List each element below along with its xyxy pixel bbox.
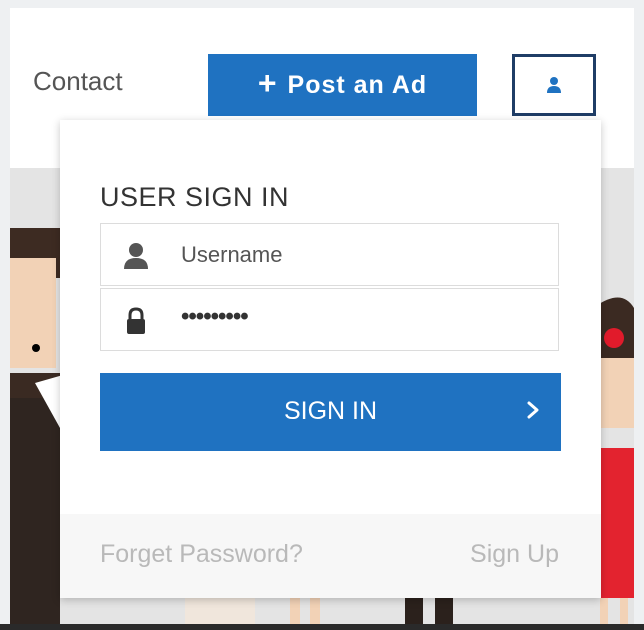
chevron-right-icon: [527, 401, 539, 419]
bride-character: [596, 297, 634, 624]
post-ad-label: Post an Ad: [287, 70, 428, 99]
sign-in-title: USER SIGN IN: [100, 182, 290, 212]
user-icon: [547, 77, 561, 93]
page-frame-top: [0, 0, 644, 8]
sign-in-footer: Forget Password? Sign Up: [60, 514, 601, 598]
sign-up-link[interactable]: Sign Up: [470, 540, 559, 569]
sign-in-button[interactable]: SIGN IN: [100, 373, 561, 451]
password-input-value[interactable]: •••••••••: [181, 303, 249, 331]
username-field[interactable]: Username: [100, 223, 559, 286]
user-menu-button[interactable]: [512, 54, 596, 116]
post-ad-button[interactable]: + Post an Ad: [208, 54, 477, 116]
sign-in-dropdown: USER SIGN IN Username ••••••••• SIGN IN …: [60, 120, 601, 598]
forget-password-link[interactable]: Forget Password?: [100, 540, 303, 569]
page-frame-bottom: [0, 624, 644, 630]
nav-contact-link[interactable]: Contact: [33, 66, 123, 97]
password-field[interactable]: •••••••••: [100, 288, 559, 351]
plus-icon: +: [257, 65, 278, 101]
lock-icon: [127, 307, 145, 334]
sign-in-button-label: SIGN IN: [283, 397, 378, 425]
user-icon: [124, 243, 148, 269]
username-input-value[interactable]: Username: [181, 242, 282, 268]
